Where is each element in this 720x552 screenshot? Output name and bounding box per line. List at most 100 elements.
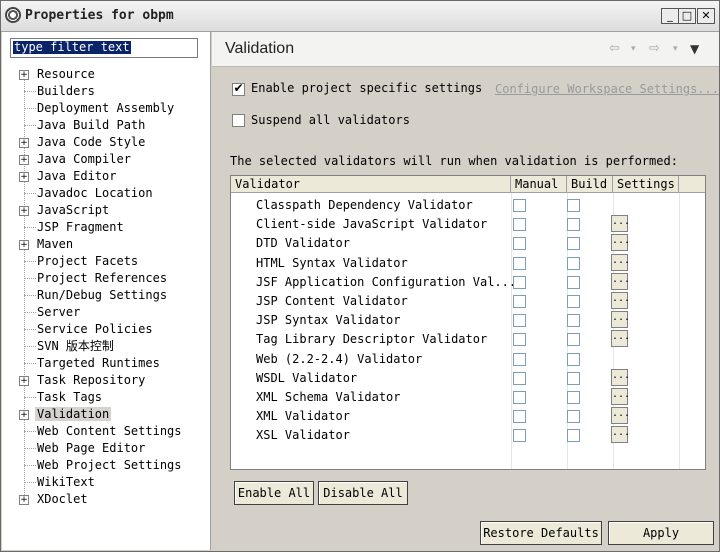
- tree-item[interactable]: Web Page Editor: [2, 440, 210, 457]
- manual-checkbox[interactable]: [513, 237, 526, 251]
- apply-button[interactable]: Apply: [608, 521, 714, 545]
- settings-button[interactable]: ...: [611, 330, 630, 348]
- build-checkbox[interactable]: [567, 295, 580, 308]
- tree-item[interactable]: + Maven: [2, 236, 210, 253]
- table-row[interactable]: HTML Syntax Validator...: [231, 253, 705, 272]
- table-row[interactable]: WSDL Validator...: [231, 368, 705, 387]
- manual-checkbox[interactable]: [513, 352, 526, 366]
- manual-checkbox[interactable]: [513, 391, 526, 404]
- table-row[interactable]: Client-side JavaScript Validator...: [231, 214, 705, 233]
- tree-item[interactable]: + Task Repository: [2, 372, 210, 389]
- settings-button[interactable]: ...: [611, 426, 630, 444]
- table-row[interactable]: JSP Syntax Validator...: [231, 310, 705, 329]
- enable-project-checkbox[interactable]: ✔: [232, 81, 245, 96]
- settings-button[interactable]: ...: [611, 215, 630, 233]
- settings-button[interactable]: ...: [611, 272, 630, 290]
- tree-item[interactable]: Task Tags: [2, 389, 210, 406]
- restore-defaults-button[interactable]: Restore Defaults: [480, 521, 602, 545]
- settings-button[interactable]: ...: [611, 311, 630, 329]
- tree-item[interactable]: + Resource: [2, 66, 210, 83]
- build-checkbox[interactable]: [567, 352, 580, 366]
- manual-checkbox[interactable]: [513, 410, 526, 424]
- tree-item[interactable]: Project Facets: [2, 253, 210, 270]
- back-arrow-icon[interactable]: ⇦: [609, 41, 620, 56]
- build-checkbox[interactable]: [567, 391, 580, 404]
- expand-icon[interactable]: +: [19, 138, 29, 148]
- table-row[interactable]: XML Validator...: [231, 406, 705, 425]
- tree-item[interactable]: JSP Fragment: [2, 219, 210, 236]
- view-menu-icon[interactable]: ▼: [690, 42, 699, 56]
- settings-button[interactable]: ...: [611, 292, 630, 309]
- tree-item[interactable]: + XDoclet: [2, 491, 210, 508]
- manual-checkbox[interactable]: [513, 275, 526, 289]
- expand-icon[interactable]: +: [19, 172, 29, 182]
- table-row[interactable]: XML Schema Validator...: [231, 387, 705, 406]
- settings-button[interactable]: ...: [611, 407, 630, 425]
- settings-button[interactable]: ...: [611, 253, 630, 271]
- close-button[interactable]: ✕: [697, 8, 715, 24]
- manual-checkbox[interactable]: [513, 218, 526, 232]
- tree-item[interactable]: Java Build Path: [2, 117, 210, 134]
- manual-checkbox[interactable]: [513, 199, 526, 212]
- manual-checkbox[interactable]: [513, 371, 526, 385]
- tree-item[interactable]: Web Project Settings: [2, 457, 210, 474]
- table-row[interactable]: Web (2.2-2.4) Validator: [231, 349, 705, 368]
- header-settings[interactable]: Settings: [613, 176, 679, 193]
- tree-item[interactable]: Run/Debug Settings: [2, 287, 210, 304]
- manual-checkbox[interactable]: [513, 295, 526, 308]
- tree-item[interactable]: + Java Code Style: [2, 134, 210, 151]
- build-checkbox[interactable]: [567, 314, 580, 328]
- expand-icon[interactable]: +: [19, 240, 29, 250]
- maximize-button[interactable]: □: [678, 8, 696, 24]
- tree-item[interactable]: Server: [2, 304, 210, 321]
- build-checkbox[interactable]: [567, 237, 580, 251]
- header-manual[interactable]: Manual: [511, 176, 567, 193]
- minimize-button[interactable]: _: [661, 8, 679, 24]
- settings-button[interactable]: ...: [611, 368, 630, 386]
- header-build[interactable]: Build: [567, 176, 613, 193]
- build-checkbox[interactable]: [567, 199, 580, 212]
- manual-checkbox[interactable]: [513, 256, 526, 270]
- tree-item[interactable]: SVN 版本控制: [2, 338, 210, 355]
- tree-item[interactable]: Web Content Settings: [2, 423, 210, 440]
- disable-all-button[interactable]: Disable All: [318, 481, 408, 505]
- tree-item[interactable]: + Validation: [2, 406, 210, 423]
- expand-icon[interactable]: +: [19, 70, 29, 80]
- tree-item[interactable]: Deployment Assembly: [2, 100, 210, 117]
- manual-checkbox[interactable]: [513, 333, 526, 347]
- build-checkbox[interactable]: [567, 256, 580, 270]
- expand-icon[interactable]: +: [19, 410, 29, 420]
- expand-icon[interactable]: +: [19, 206, 29, 216]
- table-row[interactable]: Tag Library Descriptor Validator...: [231, 329, 705, 348]
- tree-item[interactable]: Javadoc Location: [2, 185, 210, 202]
- forward-menu-icon[interactable]: ▾: [673, 44, 678, 54]
- table-row[interactable]: JSF Application Configuration Val......: [231, 272, 705, 291]
- tree-item[interactable]: + Java Compiler: [2, 151, 210, 168]
- tree-item[interactable]: Targeted Runtimes: [2, 355, 210, 372]
- build-checkbox[interactable]: [567, 429, 580, 443]
- build-checkbox[interactable]: [567, 410, 580, 424]
- tree-item[interactable]: + Java Editor: [2, 168, 210, 185]
- back-menu-icon[interactable]: ▾: [631, 44, 636, 54]
- build-checkbox[interactable]: [567, 218, 580, 232]
- expand-icon[interactable]: +: [19, 495, 29, 505]
- table-row[interactable]: Classpath Dependency Validator: [231, 195, 705, 214]
- manual-checkbox[interactable]: [513, 314, 526, 328]
- configure-workspace-link[interactable]: Configure Workspace Settings...: [495, 82, 719, 96]
- settings-button[interactable]: ...: [611, 234, 630, 252]
- tree-item[interactable]: Service Policies: [2, 321, 210, 338]
- tree-item[interactable]: WikiText: [2, 474, 210, 491]
- forward-arrow-icon[interactable]: ⇨: [649, 41, 660, 56]
- expand-icon[interactable]: +: [19, 376, 29, 386]
- tree-item[interactable]: + JavaScript: [2, 202, 210, 219]
- enable-all-button[interactable]: Enable All: [234, 481, 314, 505]
- manual-checkbox[interactable]: [513, 429, 526, 443]
- table-row[interactable]: JSP Content Validator...: [231, 291, 705, 310]
- build-checkbox[interactable]: [567, 275, 580, 289]
- tree-item[interactable]: Builders: [2, 83, 210, 100]
- suspend-validators-checkbox[interactable]: [232, 114, 245, 127]
- table-row[interactable]: DTD Validator...: [231, 233, 705, 252]
- build-checkbox[interactable]: [567, 333, 580, 347]
- expand-icon[interactable]: +: [19, 155, 29, 165]
- tree-item[interactable]: Project References: [2, 270, 210, 287]
